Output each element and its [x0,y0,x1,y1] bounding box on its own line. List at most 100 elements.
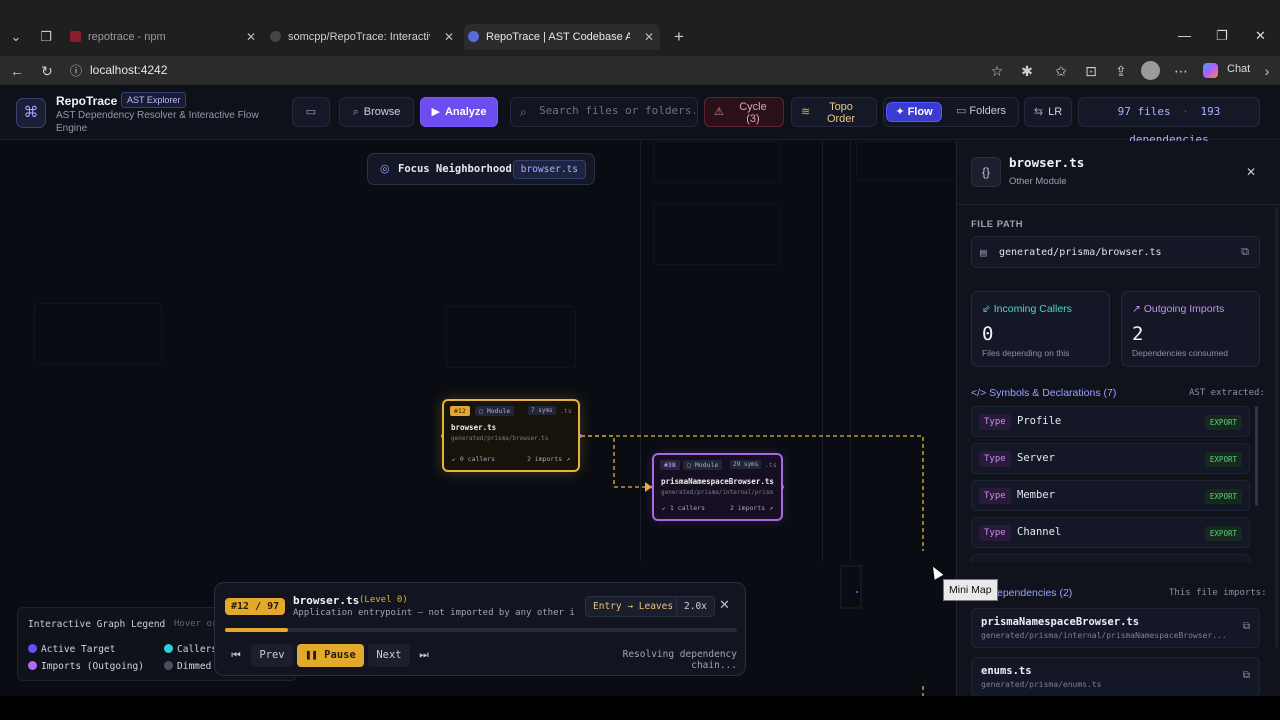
playback-description: Application entrypoint — not imported by… [293,608,575,618]
sidebar-chevron-icon[interactable]: › [1256,60,1278,82]
external-link-icon[interactable]: ⧉ [1243,670,1250,681]
dependency-row[interactable]: enums.ts generated/prisma/enums.ts ⧉ [971,657,1260,696]
direction-icon: ⇆ [1033,106,1044,118]
address-bar: ← ↻ ⓘ localhost:4242 ☆ ✱ ✩ ⊡ ⇪ ⋯ Chat › [0,56,1280,85]
symbol-row[interactable]: Type Profile EXPORT [971,406,1250,437]
analyze-button[interactable]: ▶ Analyze [420,97,498,127]
graph-canvas[interactable]: ◎ Focus Neighborhood browser.ts #12 ▢ Mo… [0,141,955,696]
node-callers: ⇙ 0 callers [452,455,496,463]
warning-icon: ⚠ [714,106,724,118]
dependency-row[interactable]: prismaNamespaceBrowser.ts generated/pris… [971,608,1260,648]
browse-button[interactable]: ⌕ Browse [339,97,414,127]
brand-name: RepoTrace [56,94,118,108]
legend-dimmed: Dimmed [164,661,211,672]
url-field[interactable]: ⓘ localhost:4242 [64,59,1024,82]
external-link-icon[interactable]: ⧉ [1243,621,1250,632]
view-mode-group: ✦ Flow ▭ Folders [883,97,1019,127]
screenshot-icon[interactable]: ⊡ [1080,60,1102,82]
close-tab-icon[interactable]: ✕ [444,24,454,50]
topo-order-button[interactable]: ≋ Topo Order [791,97,877,127]
open-folder-button[interactable]: ▭ [292,97,330,127]
symbol-row[interactable]: Type Member EXPORT [971,480,1250,511]
playback-progress[interactable] [225,628,737,632]
dependencies-header: ependencies (2) [997,587,1073,599]
symbols-scrollbar[interactable] [1255,406,1258,506]
repotrace-favicon-icon [468,31,479,42]
legend-callers: Callers [164,644,217,655]
detail-file-name: browser.ts [1009,155,1085,170]
tab-github[interactable]: somcpp/RepoTrace: Interactive co ✕ [266,24,460,50]
next-button[interactable]: Next [368,644,410,667]
tab-repotrace-app[interactable]: RepoTrace | AST Codebase Archite ✕ [464,24,660,50]
more-menu-icon[interactable]: ⋯ [1170,60,1192,82]
new-tab-icon[interactable]: + [667,27,691,47]
repo-stats: 97 files · 193 dependencies [1078,97,1260,146]
folders-view-button[interactable]: ▭ Folders [948,102,1014,122]
pause-icon: ❚❚ [305,649,325,661]
search-input[interactable] [539,104,695,117]
github-favicon-icon [270,31,281,42]
extensions-icon[interactable]: ✱ [1016,60,1038,82]
mini-map[interactable] [840,565,862,609]
layout-direction-button[interactable]: ⇆ LR [1024,97,1072,127]
speed-toggle[interactable]: 2.0x [676,596,715,617]
folder-icon: ▭ [305,106,317,118]
outgoing-arrow-icon: ↗ [1132,303,1144,315]
divider [957,204,1280,205]
close-tab-icon[interactable]: ✕ [644,24,654,50]
playback-level: (Level 0) [359,595,408,605]
chat-button[interactable]: Chat [1227,63,1250,75]
symbol-row[interactable]: Type Server EXPORT [971,443,1250,474]
playback-progress-fill [225,628,289,632]
copy-icon[interactable]: ⧉ [1241,245,1249,259]
graph-node-prisma-namespace-browser[interactable]: #38 ▢ Module 29 syms .ts prismaNamespace… [652,453,783,521]
graph-node-browser[interactable]: #12 ▢ Module 7 syms .ts browser.ts gener… [442,399,580,472]
file-icon: ▤ [980,246,987,259]
npm-favicon-icon [70,31,81,42]
flow-view-button[interactable]: ✦ Flow [886,102,942,122]
favorite-star-icon[interactable]: ☆ [986,60,1008,82]
skip-to-end-icon[interactable]: ⏭ [413,644,435,667]
skip-to-start-icon[interactable]: ⏮ [225,644,247,667]
info-icon: ⓘ [70,64,83,78]
node-imports: 2 imports ↗ [729,504,773,512]
node-kind: ▢ Module [683,460,723,470]
restore-icon[interactable]: ❐ [1216,28,1228,44]
panel-scrollbar[interactable] [1275,207,1278,647]
tab-list-chevron-icon[interactable]: ⌄ [4,27,28,47]
app-header: ⌘ RepoTrace AST Explorer AST Dependency … [0,85,1280,146]
close-tab-icon[interactable]: ✕ [246,24,256,50]
node-kind: ▢ Module [475,406,515,416]
pause-button[interactable]: ❚❚ Pause [297,644,364,667]
symbol-row-clipped [971,554,1250,562]
workspaces-icon[interactable]: ❐ [34,27,58,47]
symbol-row[interactable]: Type Channel EXPORT [971,517,1250,548]
close-playback-icon[interactable]: ✕ [719,597,730,613]
close-panel-icon[interactable]: ✕ [1246,165,1256,179]
playback-status: Resolving dependency chain... [622,649,737,671]
search-icon: ⌕ [520,105,527,119]
direction-toggle[interactable]: Entry → Leaves [585,596,682,617]
mini-map-dot [856,591,858,593]
tab-repotrace-npm[interactable]: repotrace - npm ✕ [66,24,262,50]
share-icon[interactable]: ⇪ [1110,60,1132,82]
prev-button[interactable]: Prev [251,644,293,667]
folder-icon: ▭ [955,105,967,117]
node-callers: ⇙ 1 callers [662,504,706,512]
file-detail-panel: {} browser.ts Other Module ✕ FILE PATH ▤… [956,141,1280,696]
files-count: 97 files [1117,105,1171,118]
window-bottom-edge [0,696,1280,720]
back-icon[interactable]: ← [6,60,28,82]
flow-icon: ✦ [895,106,905,118]
file-path-box: ▤ generated/prisma/browser.ts ⧉ [971,236,1260,268]
brand-tag: AST Explorer [121,92,187,108]
reload-icon[interactable]: ↻ [36,60,58,82]
profile-avatar[interactable] [1141,61,1160,80]
minimize-icon[interactable]: — [1178,28,1191,43]
copilot-icon[interactable] [1203,63,1218,78]
search-field[interactable]: ⌕ [510,97,698,127]
cycle-button[interactable]: ⚠ Cycle (3) [704,97,784,127]
edge-to-prisma-namespace [581,435,646,488]
close-window-icon[interactable]: ✕ [1255,28,1266,44]
favorites-icon[interactable]: ✩ [1050,60,1072,82]
